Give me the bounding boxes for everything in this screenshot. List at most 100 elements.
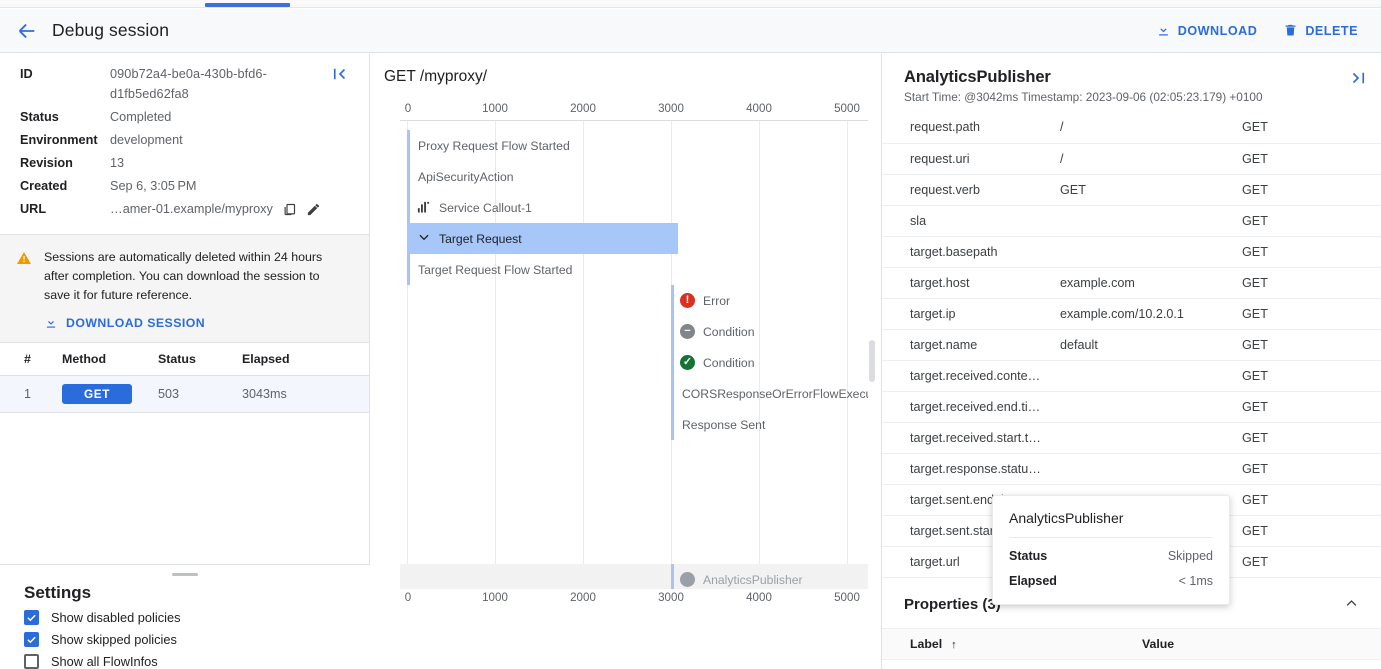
variable-value: / <box>1060 112 1242 143</box>
column-header-method[interactable]: Method <box>62 343 158 376</box>
flow-label: Service Callout-1 <box>431 201 532 215</box>
variable-method: GET <box>1242 360 1381 391</box>
expand-right-icon[interactable] <box>1349 69 1367 91</box>
requests-table: # Method Status Elapsed 1 GET 503 3043ms <box>0 343 369 413</box>
variable-value <box>1060 236 1242 267</box>
flow-row-target-request-flow-started[interactable]: Target Request Flow Started <box>407 254 572 285</box>
properties-column-label[interactable]: Label↑ <box>882 628 1142 659</box>
flow-row-target-request[interactable]: Target Request <box>407 223 678 254</box>
check-circle-icon: ✓ <box>680 355 695 370</box>
variable-name: target.ip <box>882 298 1060 329</box>
flow-row-condition-ok[interactable]: ✓ Condition <box>671 347 755 378</box>
panel-resize-handle[interactable] <box>172 573 198 576</box>
setting-show-all-flowinfos[interactable]: Show all FlowInfos <box>0 647 370 669</box>
variable-value <box>1060 360 1242 391</box>
variable-method: GET <box>1242 515 1381 546</box>
setting-label: Show skipped policies <box>51 632 177 647</box>
flow-timeline-panel: GET /myproxy/ 0 1000 2000 3000 4000 5000 <box>370 54 882 669</box>
setting-show-disabled-policies[interactable]: Show disabled policies <box>0 603 370 625</box>
variable-row[interactable]: slaGET <box>882 205 1381 236</box>
variable-name: target.name <box>882 329 1060 360</box>
tooltip-status-row: Status Skipped <box>1009 549 1213 563</box>
variable-row[interactable]: target.response.statu…GET <box>882 453 1381 484</box>
tooltip-elapsed-row: Elapsed < 1ms <box>1009 574 1213 588</box>
property-value: (analytics not null) <box>1142 659 1381 669</box>
variable-row[interactable]: request.uri/GET <box>882 143 1381 174</box>
debug-session-page: Debug session DOWNLOAD DELETE <box>0 0 1381 669</box>
flow-row-response-sent[interactable]: Response Sent <box>671 409 765 440</box>
details-header: AnalyticsPublisher Start Time: @3042ms T… <box>882 54 1381 112</box>
arrow-left-icon <box>16 20 38 42</box>
flow-row-service-callout-1[interactable]: Service Callout-1 <box>407 192 532 223</box>
setting-show-skipped-policies[interactable]: Show skipped policies <box>0 625 370 647</box>
variable-row[interactable]: target.basepathGET <box>882 236 1381 267</box>
axis-tick: 3000 <box>658 102 684 115</box>
axis-tick: 3000 <box>658 591 684 604</box>
copy-icon[interactable] <box>282 202 297 217</box>
chevron-up-icon[interactable] <box>1344 596 1359 614</box>
variable-row[interactable]: target.ipexample.com/10.2.0.1GET <box>882 298 1381 329</box>
flow-row-condition-skipped[interactable]: − Condition <box>671 316 755 347</box>
timeline-axis-top: 0 1000 2000 3000 4000 5000 <box>370 100 882 122</box>
delete-button[interactable]: DELETE <box>1274 17 1367 44</box>
flow-row-apisecurityaction[interactable]: ApiSecurityAction <box>407 161 514 192</box>
meta-row-created: Created Sep 6, 3:05 PM <box>20 176 355 196</box>
page-header: Debug session DOWNLOAD DELETE <box>0 9 1381 53</box>
meta-row-revision: Revision 13 <box>20 153 355 173</box>
flow-label: Condition <box>695 325 755 339</box>
flow-row-proxy-request-flow-started[interactable]: Proxy Request Flow Started <box>407 130 570 161</box>
axis-tick: 2000 <box>570 591 596 604</box>
variable-row[interactable]: target.received.end.ti…GET <box>882 391 1381 422</box>
variable-row[interactable]: target.received.conte…GET <box>882 360 1381 391</box>
flow-row-analyticspublisher[interactable]: AnalyticsPublisher <box>400 564 868 589</box>
variable-value: GET <box>1060 174 1242 205</box>
main-columns: ID 090b72a4-be0a-430b-bfd6-d1fb5ed62fa8 … <box>0 54 1381 669</box>
variable-row[interactable]: request.path/GET <box>882 112 1381 143</box>
variable-name: target.host <box>882 267 1060 298</box>
flow-row-cors-response-or-error-flow[interactable]: CORSResponseOrErrorFlowExecu <box>671 378 868 409</box>
timeline-chart: 0 1000 2000 3000 4000 5000 <box>370 100 882 669</box>
variable-row[interactable]: request.verbGETGET <box>882 174 1381 205</box>
cell-status: 503 <box>158 376 242 413</box>
variable-method: GET <box>1242 329 1381 360</box>
details-title: AnalyticsPublisher <box>904 68 1381 87</box>
meta-row-status: Status Completed <box>20 107 355 127</box>
flow-label: Response Sent <box>674 418 765 432</box>
column-header-status[interactable]: Status <box>158 343 242 376</box>
chevron-down-icon <box>407 230 431 247</box>
timeline-plot: Proxy Request Flow Started ApiSecurityAc… <box>400 120 868 589</box>
trash-icon <box>1283 23 1298 38</box>
flow-row-error[interactable]: ! Error <box>671 285 730 316</box>
collapse-left-icon[interactable] <box>331 65 349 86</box>
variable-row[interactable]: target.received.start.t…GET <box>882 422 1381 453</box>
download-button[interactable]: DOWNLOAD <box>1147 17 1267 44</box>
variable-row[interactable]: target.hostexample.comGET <box>882 267 1381 298</box>
cell-method: GET <box>62 376 158 413</box>
pencil-icon[interactable] <box>306 202 321 217</box>
active-tab-indicator <box>205 3 290 7</box>
download-icon <box>1156 23 1171 38</box>
header-actions: DOWNLOAD DELETE <box>1147 17 1381 44</box>
sort-ascending-icon: ↑ <box>951 639 957 651</box>
variable-value <box>1060 205 1242 236</box>
variable-name: request.path <box>882 112 1060 143</box>
variable-method: GET <box>1242 422 1381 453</box>
variable-row[interactable]: target.namedefaultGET <box>882 329 1381 360</box>
variable-value: default <box>1060 329 1242 360</box>
download-session-link[interactable]: DOWNLOAD SESSION <box>44 316 324 330</box>
settings-panel: Settings Show disabled policies Show ski… <box>0 564 370 669</box>
flow-label: Condition <box>695 356 755 370</box>
column-header-num[interactable]: # <box>0 343 62 376</box>
meta-row-url: URL …amer-01.example/myproxy <box>20 199 355 219</box>
flow-tooltip: AnalyticsPublisher Status Skipped Elapse… <box>992 495 1230 605</box>
variable-value: example.com <box>1060 267 1242 298</box>
timeline-scrollbar[interactable] <box>869 340 875 382</box>
axis-tick: 5000 <box>834 591 860 604</box>
properties-column-value[interactable]: Value <box>1142 628 1381 659</box>
column-header-elapsed[interactable]: Elapsed <box>242 343 369 376</box>
meta-key: ID <box>20 64 110 104</box>
table-row[interactable]: 1 GET 503 3043ms <box>0 376 369 413</box>
back-button[interactable] <box>8 12 46 50</box>
flow-bar <box>671 316 674 347</box>
property-row[interactable]: expression(analytics not null) <box>882 659 1381 669</box>
